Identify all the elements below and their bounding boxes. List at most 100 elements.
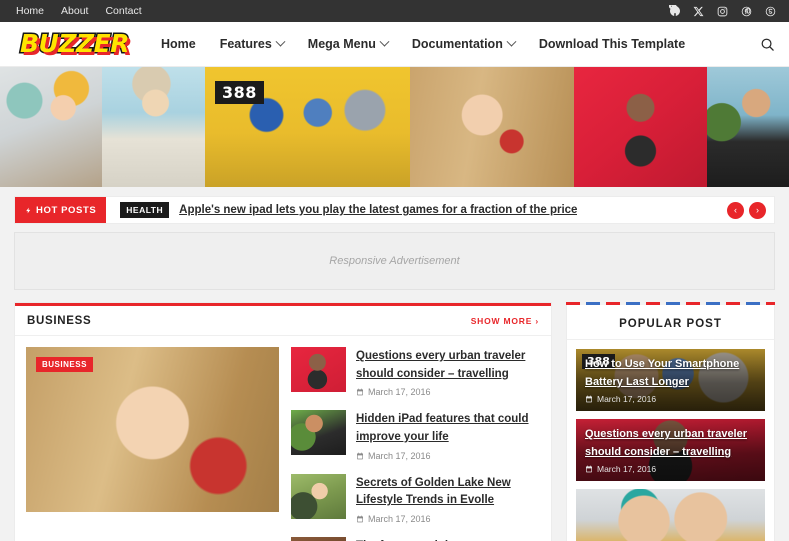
show-more-link[interactable]: SHOW MORE › [471, 316, 539, 326]
site-header: BUZZER Home Features Mega Menu Documenta… [0, 22, 789, 67]
post-content: Secrets of Golden Lake New Lifestyle Tre… [356, 474, 540, 524]
hero-photo-1[interactable] [0, 67, 103, 187]
topbar-link-about[interactable]: About [61, 5, 88, 17]
post-date: March 17, 2016 [585, 464, 756, 474]
post-title[interactable]: Hidden iPad features that could improve … [356, 413, 529, 443]
hero-photo-5[interactable] [573, 67, 708, 187]
chevron-down-icon [379, 36, 390, 47]
hot-posts-label-text: HOT POSTS [36, 204, 97, 216]
hero-slider[interactable]: 388 [0, 67, 789, 187]
site-logo[interactable]: BUZZER [14, 30, 135, 58]
hot-posts-bar: HOT POSTS HEALTH Apple's new ipad lets y… [14, 196, 775, 224]
business-section-header: BUSINESS SHOW MORE › [15, 303, 551, 336]
nav-item-label: Features [219, 37, 272, 51]
featured-post-category-badge[interactable]: BUSINESS [36, 357, 93, 372]
post-thumbnail[interactable] [291, 473, 346, 519]
post-date-text: March 17, 2016 [368, 514, 431, 525]
list-item[interactable]: 388 How to Use Your Smartphone Battery L… [576, 349, 765, 411]
hero-badge: 388 [214, 81, 264, 104]
instagram-icon[interactable] [716, 5, 729, 18]
advertisement-section: Responsive Advertisement [0, 224, 789, 290]
list-item[interactable]: Questions every urban traveler should co… [291, 347, 540, 410]
advertisement-placeholder[interactable]: Responsive Advertisement [14, 232, 775, 290]
post-date: March 17, 2016 [356, 514, 540, 524]
popular-post-list: 388 How to Use Your Smartphone Battery L… [566, 340, 775, 541]
topbar-link-contact[interactable]: Contact [105, 5, 141, 17]
chevron-down-icon [506, 36, 517, 47]
featured-post-image[interactable]: BUSINESS [26, 347, 279, 512]
list-item[interactable]: Questions every urban traveler should co… [576, 419, 765, 481]
post-content: Questions every urban traveler should co… [356, 347, 540, 397]
main-column: BUSINESS SHOW MORE › BUSINESS Questions … [14, 302, 552, 541]
calendar-icon [357, 515, 363, 523]
social-links [668, 5, 777, 18]
list-item[interactable]: The fastest training program ever throug… [291, 537, 540, 541]
nav-item-features[interactable]: Features [219, 36, 286, 51]
nav-item-home[interactable]: Home [161, 37, 196, 51]
post-date: March 17, 2016 [356, 387, 540, 397]
post-title[interactable]: How to Use Your Smartphone Battery Last … [585, 358, 739, 388]
post-thumbnail[interactable] [291, 537, 346, 541]
main-nav: Home Features Mega Menu Documentation Do… [161, 36, 685, 51]
hero-photo-4[interactable] [409, 67, 574, 187]
pinterest-icon[interactable] [740, 5, 753, 18]
post-date-text: March 17, 2016 [368, 450, 431, 461]
popular-post-content: Questions every urban traveler should co… [585, 425, 756, 474]
post-content: The fastest training program ever throug… [356, 537, 540, 541]
nav-item-label: Home [160, 37, 196, 51]
nav-item-label: Mega Menu [307, 37, 376, 51]
nav-item-documentation[interactable]: Documentation [411, 36, 517, 51]
top-bar: Home About Contact [0, 0, 789, 22]
post-title[interactable]: Secrets of Golden Lake New Lifestyle Tre… [356, 477, 511, 507]
business-section-body: BUSINESS Questions every urban traveler … [15, 336, 551, 541]
facebook-icon[interactable] [668, 5, 681, 18]
hot-posts-controls: ‹ › [727, 201, 774, 219]
post-thumbnail[interactable] [291, 347, 346, 392]
post-title[interactable]: Questions every urban traveler should co… [585, 428, 747, 458]
list-item[interactable] [576, 489, 765, 541]
hero-photo-2[interactable] [102, 67, 205, 187]
next-arrow-icon[interactable]: › [749, 201, 766, 219]
content-grid: BUSINESS SHOW MORE › BUSINESS Questions … [0, 290, 789, 541]
calendar-icon [357, 452, 363, 460]
search-icon[interactable] [760, 37, 775, 52]
bolt-icon [26, 207, 31, 213]
calendar-icon [586, 465, 592, 473]
post-thumbnail[interactable] [291, 410, 346, 456]
popular-post-title: POPULAR POST [619, 318, 722, 330]
post-date-text: March 17, 2016 [597, 464, 657, 474]
business-section: BUSINESS SHOW MORE › BUSINESS Questions … [14, 302, 552, 541]
prev-arrow-icon[interactable]: ‹ [727, 201, 744, 219]
business-post-list: Questions every urban traveler should co… [291, 347, 540, 541]
post-date-text: March 17, 2016 [597, 394, 657, 404]
featured-post-card[interactable]: BUSINESS [26, 347, 279, 541]
hero-photo-3[interactable]: 388 [204, 67, 410, 187]
hero-photo-6[interactable] [707, 67, 789, 187]
nav-item-mega-menu[interactable]: Mega Menu [307, 36, 390, 51]
hot-posts-section: HOT POSTS HEALTH Apple's new ipad lets y… [0, 187, 789, 224]
post-title[interactable]: Questions every urban traveler should co… [356, 350, 525, 380]
calendar-icon [586, 395, 592, 403]
sidebar: POPULAR POST 388 How to Use Your Smartph… [566, 302, 775, 541]
business-section-title: BUSINESS [27, 315, 92, 327]
calendar-icon [357, 389, 363, 396]
post-date: March 17, 2016 [585, 394, 756, 404]
x-twitter-icon[interactable] [692, 5, 705, 18]
nav-item-download-template[interactable]: Download This Template [539, 37, 685, 51]
post-date-text: March 17, 2016 [368, 387, 431, 398]
hot-posts-headline[interactable]: Apple's new ipad lets you play the lates… [179, 204, 577, 216]
post-content: Hidden iPad features that could improve … [356, 410, 540, 460]
list-item[interactable]: Secrets of Golden Lake New Lifestyle Tre… [291, 473, 540, 537]
advertisement-text: Responsive Advertisement [329, 255, 460, 267]
popular-post-content: How to Use Your Smartphone Battery Last … [585, 355, 756, 404]
topbar-link-home[interactable]: Home [16, 5, 44, 17]
chevron-down-icon [275, 36, 286, 47]
top-bar-nav: Home About Contact [16, 5, 142, 17]
post-date: March 17, 2016 [356, 451, 540, 461]
nav-item-label: Download This Template [538, 37, 686, 51]
nav-item-label: Documentation [411, 37, 503, 51]
list-item[interactable]: Hidden iPad features that could improve … [291, 410, 540, 473]
hot-posts-label: HOT POSTS [15, 197, 107, 223]
skype-icon[interactable] [764, 5, 777, 18]
hot-posts-category-badge[interactable]: HEALTH [120, 202, 170, 218]
